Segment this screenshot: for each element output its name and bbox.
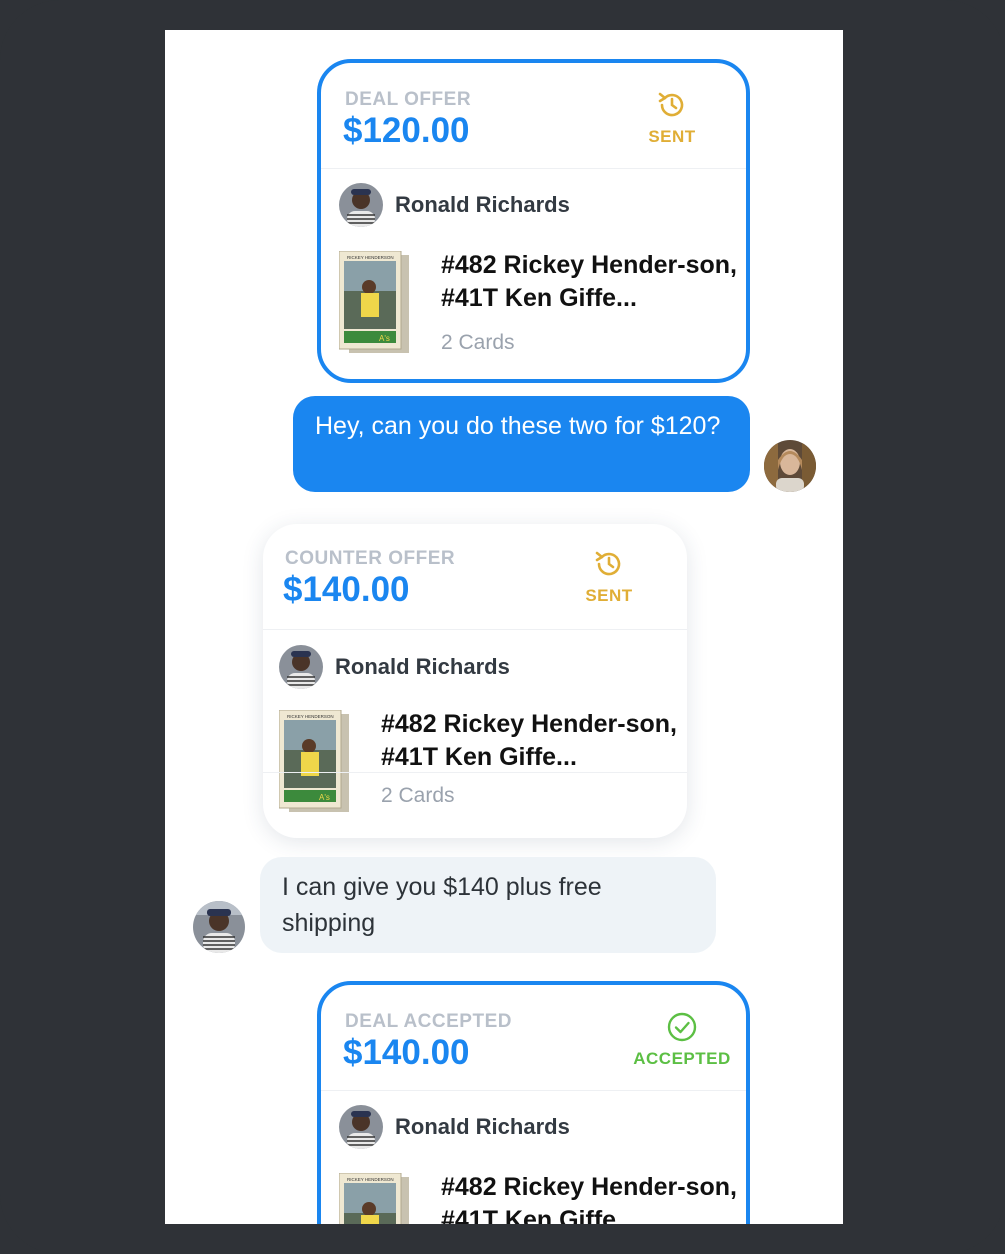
offer-status: SENT — [632, 89, 712, 147]
clock-refresh-icon — [595, 551, 621, 576]
message-text: I can give you $140 plus free shipping — [282, 873, 602, 937]
seller-row[interactable]: Ronald Richards — [279, 645, 510, 689]
offer-header: DEAL ACCEPTED $140.00 ACCEPTED — [321, 985, 746, 1091]
divider — [263, 772, 687, 773]
chat-screen[interactable]: DEAL OFFER $120.00 SENT Ronald Richards … — [165, 30, 843, 1224]
status-label: SENT — [648, 127, 696, 146]
status-label: SENT — [585, 586, 633, 605]
trading-card-image: RICKEY HENDERSON — [338, 1172, 411, 1224]
seller-avatar — [339, 183, 383, 227]
offer-type-label: DEAL ACCEPTED — [345, 1011, 512, 1032]
device-frame: DEAL OFFER $120.00 SENT Ronald Richards … — [0, 0, 1005, 1254]
svg-text:A's: A's — [379, 334, 390, 343]
seller-name: Ronald Richards — [335, 654, 510, 679]
trading-card-image: A's RICKEY HENDERSON — [338, 250, 411, 355]
seller-avatar — [339, 1105, 383, 1149]
message-text: Hey, can you do these two for $120? — [315, 412, 721, 440]
offer-header: DEAL OFFER $120.00 SENT — [321, 63, 746, 169]
seller-row[interactable]: Ronald Richards — [339, 1105, 570, 1149]
offer-header: COUNTER OFFER $140.00 SENT — [263, 524, 687, 630]
outgoing-message[interactable]: Hey, can you do these two for $120? — [293, 396, 750, 492]
seller-row[interactable]: Ronald Richards — [339, 183, 570, 227]
card-name-text: RICKEY HENDERSON — [347, 1177, 394, 1182]
status-label: ACCEPTED — [633, 1049, 731, 1068]
seller-chat-avatar[interactable] — [193, 901, 245, 953]
item-title: #482 Rickey Hender-son, #41T Ken Giffe..… — [441, 251, 737, 312]
offer-status: ACCEPTED — [632, 1011, 732, 1069]
item-title: #482 Rickey Hender-son, #41T Ken Giffe..… — [381, 710, 677, 771]
incoming-message[interactable]: I can give you $140 plus free shipping — [260, 857, 716, 953]
clock-refresh-icon — [658, 92, 684, 117]
trading-card-image: A's RICKEY HENDERSON — [278, 709, 351, 814]
seller-name: Ronald Richards — [395, 192, 570, 217]
offer-price: $120.00 — [343, 111, 470, 150]
offer-type-label: DEAL OFFER — [345, 89, 472, 110]
offer-price: $140.00 — [343, 1033, 470, 1072]
seller-avatar — [279, 645, 323, 689]
seller-name: Ronald Richards — [395, 1114, 570, 1139]
offer-status: SENT — [569, 548, 649, 606]
svg-text:A's: A's — [319, 793, 330, 802]
deal-accepted-card[interactable]: DEAL ACCEPTED $140.00 ACCEPTED Ronald Ri… — [317, 981, 750, 1224]
card-name-text: RICKEY HENDERSON — [347, 255, 394, 260]
offer-price: $140.00 — [283, 570, 410, 609]
item-count: 2 Cards — [441, 331, 515, 354]
item-count: 2 Cards — [381, 784, 455, 807]
counter-offer-card[interactable]: COUNTER OFFER $140.00 SENT Ronald Richar… — [263, 524, 687, 838]
item-title: #482 Rickey Hender-son, #41T Ken Giffe..… — [441, 1173, 737, 1224]
deal-offer-card[interactable]: DEAL OFFER $120.00 SENT Ronald Richards … — [317, 59, 750, 383]
my-avatar[interactable] — [764, 440, 816, 492]
offer-type-label: COUNTER OFFER — [285, 548, 456, 569]
card-name-text: RICKEY HENDERSON — [287, 714, 334, 719]
check-circle-icon — [667, 1012, 697, 1042]
